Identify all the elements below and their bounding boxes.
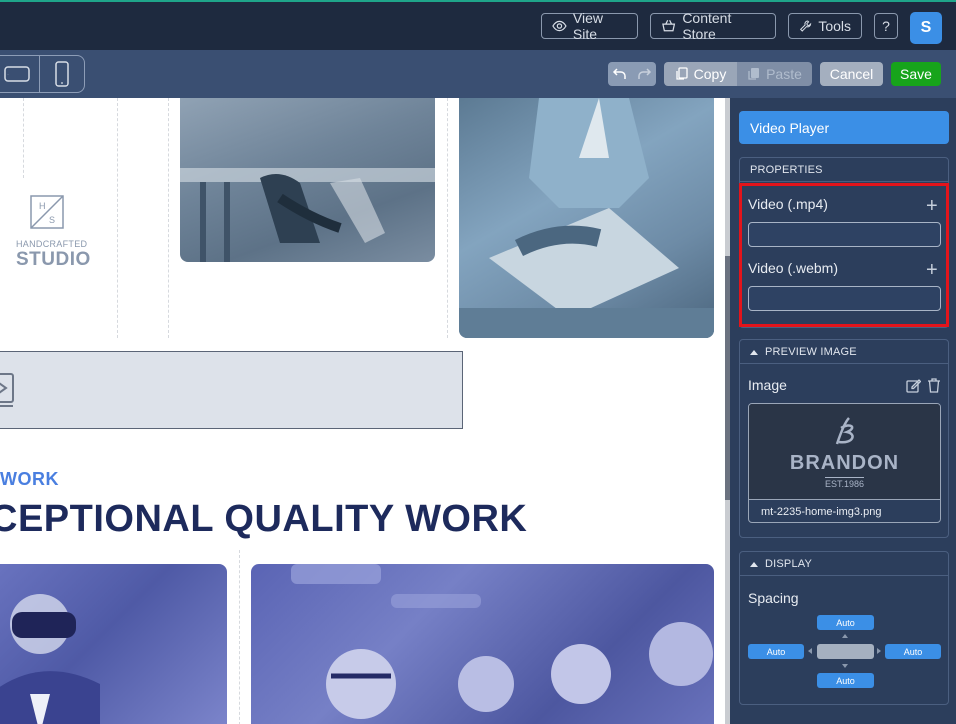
wrench-icon xyxy=(799,20,812,32)
help-button[interactable]: ? xyxy=(874,13,898,39)
user-avatar[interactable]: S xyxy=(910,12,942,44)
person-laptop-photo[interactable] xyxy=(459,98,714,338)
office-meeting-photo[interactable] xyxy=(180,98,435,262)
svg-text:S: S xyxy=(49,215,55,225)
image-brand-text: BRANDON xyxy=(789,452,900,474)
brandon-logo-image: BRANDON EST.1986 xyxy=(749,404,940,499)
spacing-element-box xyxy=(817,644,874,659)
mobile-view-button[interactable] xyxy=(40,56,84,92)
basket-icon xyxy=(662,19,676,32)
edit-image-icon[interactable] xyxy=(906,378,921,393)
avatar-initial: S xyxy=(920,19,932,36)
spacing-right-value[interactable]: Auto xyxy=(885,644,941,659)
team-photo-shapes xyxy=(291,564,713,719)
undo-button[interactable] xyxy=(608,62,632,86)
view-site-button[interactable]: View Site xyxy=(541,10,638,42)
tools-button[interactable]: Tools xyxy=(788,13,862,39)
spacing-down-arrow-icon xyxy=(842,664,848,668)
paste-button[interactable]: Paste xyxy=(737,62,812,86)
meeting-photo-shapes xyxy=(180,168,435,262)
grid-guide xyxy=(117,98,118,338)
image-filename: mt-2235-home-img3.png xyxy=(749,499,940,522)
video-placeholder-icon xyxy=(0,373,14,407)
display-header[interactable]: DISPLAY xyxy=(740,552,948,576)
mobile-phone-icon xyxy=(55,61,69,87)
image-label: Image xyxy=(748,377,787,393)
page-canvas: H S HANDCRAFTED STUDIO WORK CEPTIONAL QU… xyxy=(0,98,725,724)
top-bar: View Site Content Store Tools ? S xyxy=(0,0,956,50)
logo-line2: STUDIO xyxy=(16,249,91,270)
spacing-label: Spacing xyxy=(748,590,799,606)
vr-photo-shapes xyxy=(0,594,100,724)
copy-button[interactable]: Copy xyxy=(664,62,737,86)
paste-label: Paste xyxy=(766,66,802,82)
grid-guide xyxy=(447,98,448,338)
spacing-bottom-value[interactable]: Auto xyxy=(817,673,874,688)
content-store-label: Content Store xyxy=(682,10,732,42)
paste-icon xyxy=(748,68,760,80)
help-label: ? xyxy=(882,18,890,34)
undo-icon xyxy=(612,68,626,79)
component-title: Video Player xyxy=(739,111,949,144)
spacing-right-arrow-icon xyxy=(877,648,881,654)
properties-header: PROPERTIES xyxy=(740,158,948,182)
grid-guide xyxy=(239,550,240,724)
tablet-landscape-icon xyxy=(4,66,30,82)
svg-text:H: H xyxy=(39,201,46,211)
copy-icon xyxy=(676,67,688,80)
laptop-photo-shapes xyxy=(459,98,714,338)
copy-label: Copy xyxy=(693,66,727,82)
properties-header-label: PROPERTIES xyxy=(750,163,823,176)
team-group-photo[interactable] xyxy=(251,564,714,724)
spacing-left-arrow-icon xyxy=(808,648,812,654)
section-headline: CEPTIONAL QUALITY WORK xyxy=(0,498,528,540)
preview-image-header-label: PREVIEW IMAGE xyxy=(765,345,857,358)
save-button[interactable]: Save xyxy=(891,62,941,86)
tablet-view-button[interactable] xyxy=(0,56,39,92)
editor-toolbar xyxy=(0,50,956,98)
view-site-label: View Site xyxy=(572,10,603,42)
video-player-placeholder[interactable] xyxy=(0,351,463,429)
spacing-left-value[interactable]: Auto xyxy=(748,644,804,659)
highlight-box xyxy=(739,183,949,327)
preview-image-header[interactable]: PREVIEW IMAGE xyxy=(740,340,948,364)
copy-paste-group: Copy Paste xyxy=(664,62,812,86)
redo-button[interactable] xyxy=(632,62,656,86)
grid-guide xyxy=(168,98,169,338)
redo-icon xyxy=(638,68,652,79)
display-header-label: DISPLAY xyxy=(765,557,813,570)
handcrafted-studio-logo: H S HANDCRAFTED STUDIO xyxy=(16,194,91,274)
grid-guide xyxy=(23,98,24,178)
eye-icon xyxy=(552,20,567,32)
section-eyebrow: WORK xyxy=(0,469,59,489)
tools-label: Tools xyxy=(818,18,851,34)
spacing-top-value[interactable]: Auto xyxy=(817,615,874,630)
preview-image-card[interactable]: BRANDON EST.1986 mt-2235-home-img3.png xyxy=(748,403,941,523)
hs-logo-mark: H S xyxy=(30,195,64,229)
collapse-caret-icon xyxy=(750,561,758,567)
cancel-button[interactable]: Cancel xyxy=(820,62,883,86)
undo-redo-group xyxy=(608,62,656,86)
brandon-monogram-icon xyxy=(835,417,854,445)
collapse-caret-icon xyxy=(750,349,758,355)
device-switcher xyxy=(0,55,85,93)
content-store-button[interactable]: Content Store xyxy=(650,10,776,42)
spacing-up-arrow-icon xyxy=(842,634,848,638)
vr-headset-photo[interactable] xyxy=(0,564,227,724)
image-est-text: EST.1986 xyxy=(824,477,865,489)
delete-image-icon[interactable] xyxy=(927,378,941,393)
logo-line1: HANDCRAFTED xyxy=(16,239,88,249)
